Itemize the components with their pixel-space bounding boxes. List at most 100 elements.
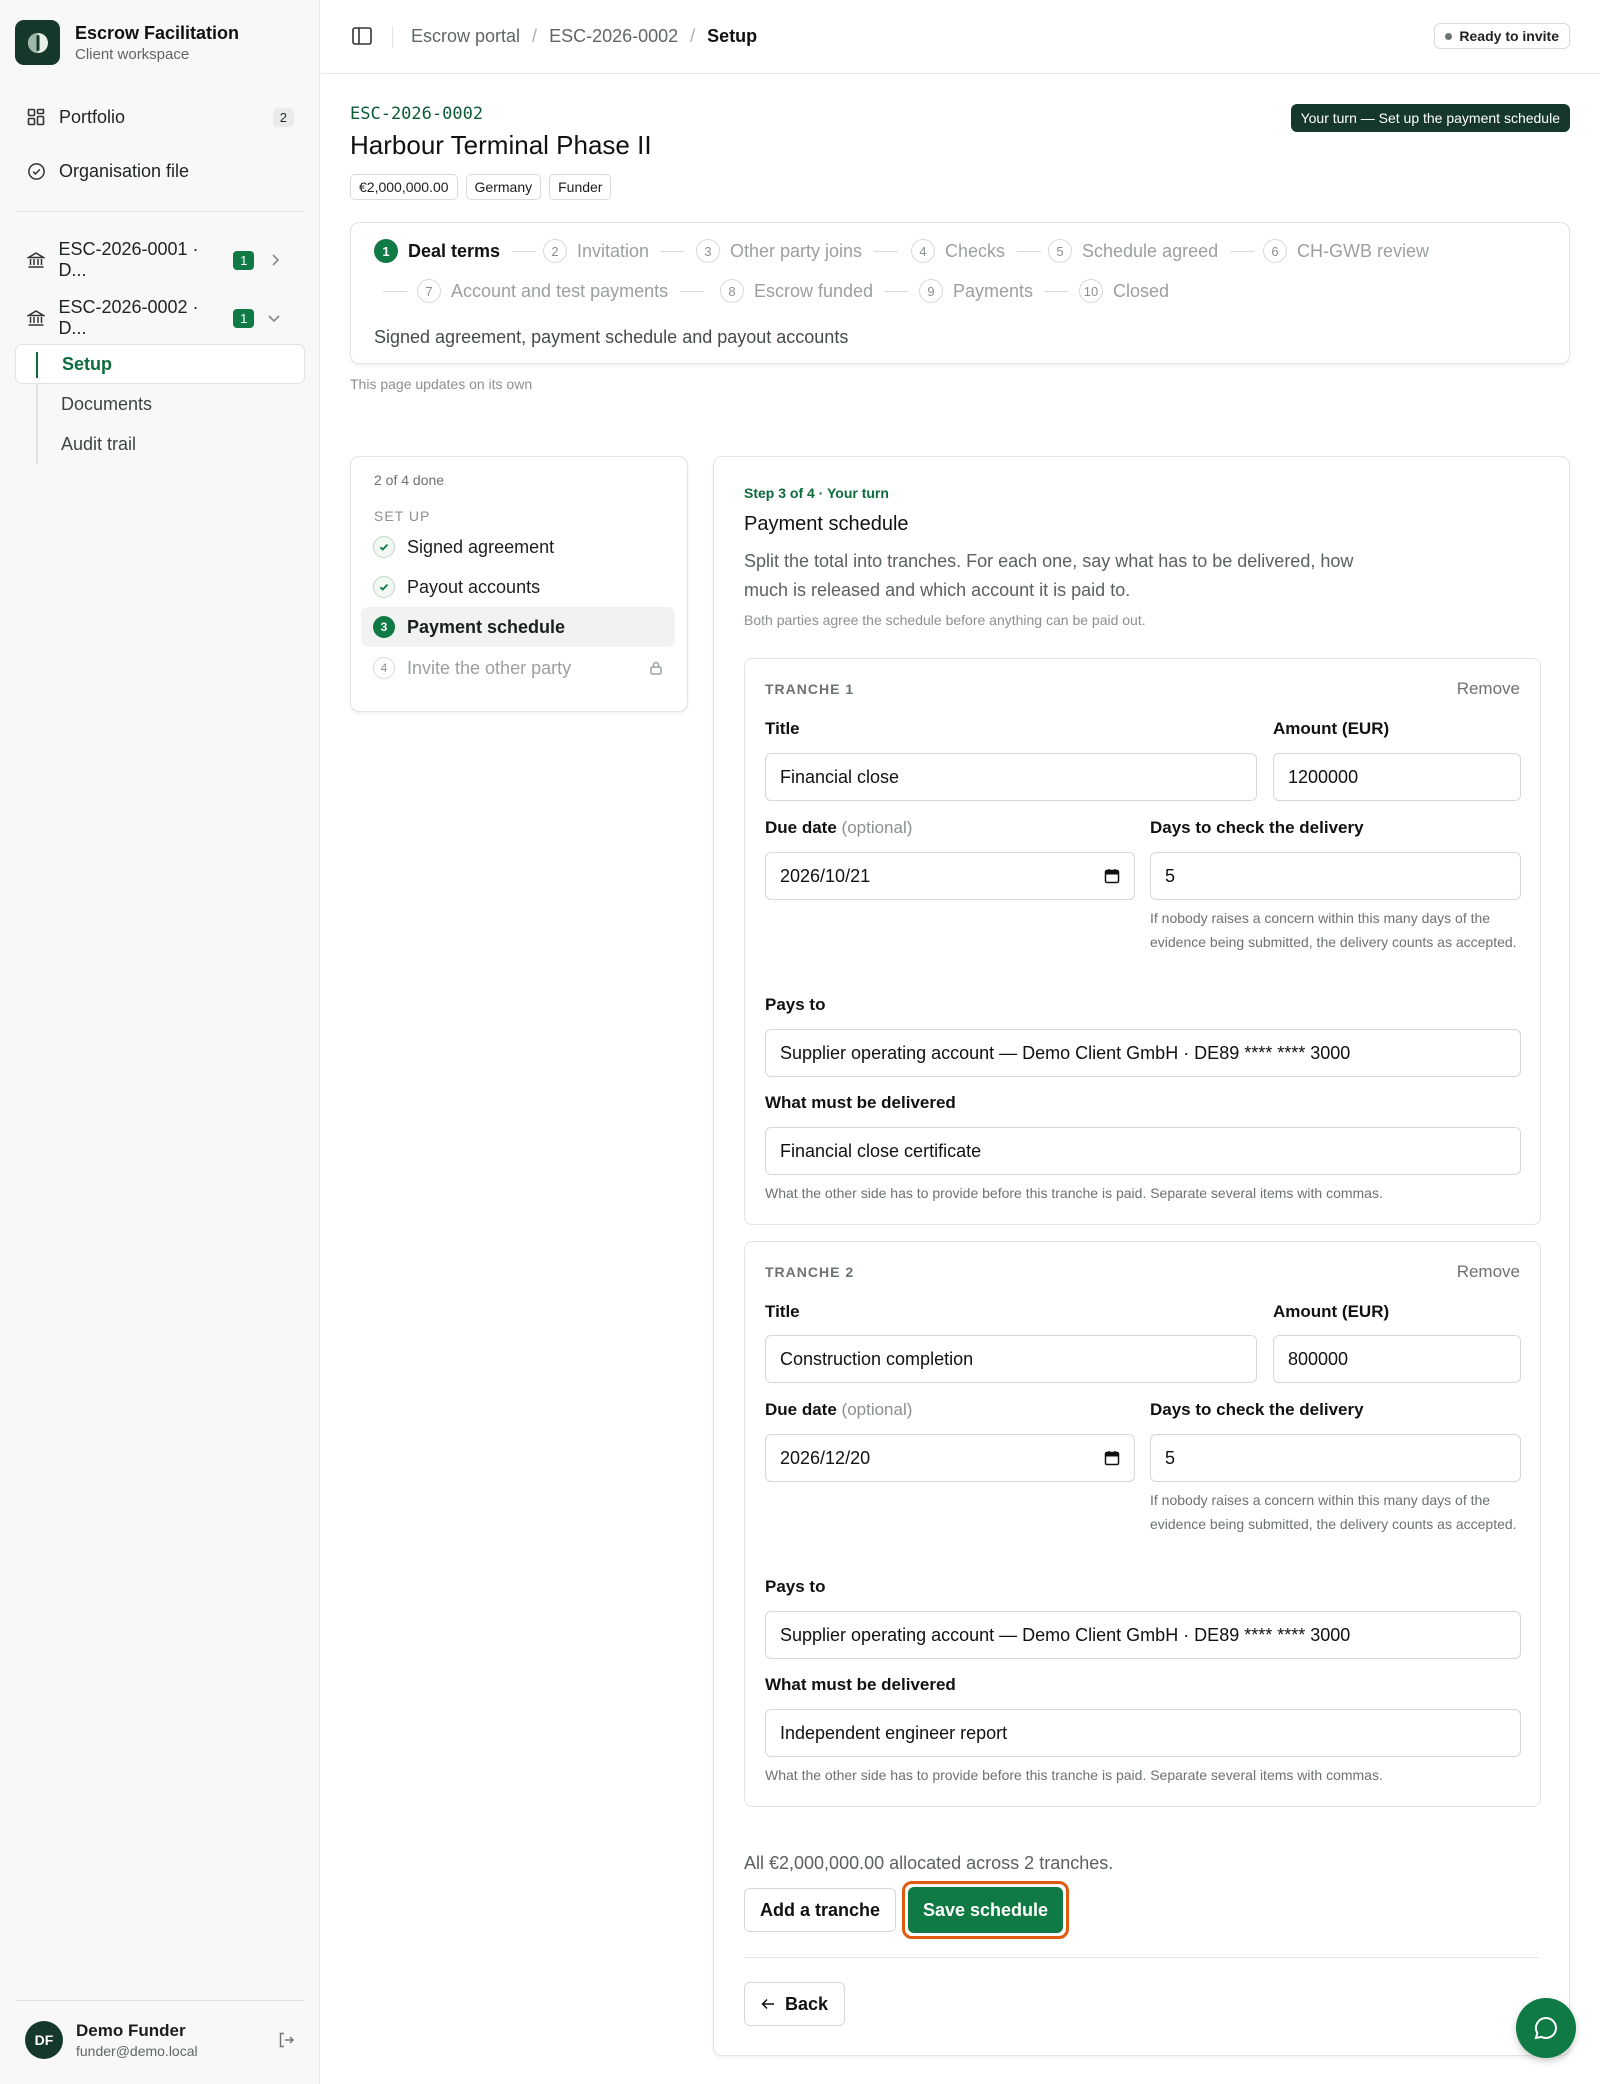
breadcrumb-escrow-id[interactable]: ESC-2026-0002 xyxy=(549,26,678,47)
check-icon xyxy=(373,576,395,598)
chat-bubble-icon xyxy=(1532,2014,1560,2042)
section-title: Payment schedule xyxy=(744,513,909,535)
pays-to-select[interactable]: Supplier operating account — Demo Client… xyxy=(765,1029,1521,1077)
tranche-card: TRANCHE 1 Remove Title Amount (EUR) Fina… xyxy=(744,658,1541,1225)
portfolio-count-badge: 2 xyxy=(272,107,294,127)
progress-step-10: 10 Closed xyxy=(1079,279,1169,303)
status-badge-label: Ready to invite xyxy=(1459,28,1559,44)
escrow-action-badge: 1 xyxy=(233,250,255,270)
tranche-heading: TRANCHE 2 xyxy=(765,1264,855,1280)
user-profile: DF Demo Funder funder@demo.local xyxy=(25,2021,295,2059)
checklist-progress: 2 of 4 done xyxy=(374,472,445,488)
due-date-label: Due date (optional) xyxy=(765,818,913,837)
breadcrumb-separator: / xyxy=(690,26,696,46)
chat-button[interactable] xyxy=(1516,1998,1576,2058)
sidebar-item-portfolio[interactable]: Portfolio 2 xyxy=(15,97,304,137)
amount-input[interactable]: 1200000 xyxy=(1273,753,1521,801)
title-label: Title xyxy=(765,1302,800,1321)
back-button[interactable]: Back xyxy=(744,1982,845,2026)
amount-label: Amount (EUR) xyxy=(1273,1302,1390,1321)
tranche-card: TRANCHE 2 Remove Title Amount (EUR) Cons… xyxy=(744,1241,1541,1807)
user-email: funder@demo.local xyxy=(76,2043,198,2059)
top-bar: Escrow portal / ESC-2026-0002 / Setup Re… xyxy=(321,0,1600,74)
deliverable-help-text: What the other side has to provide befor… xyxy=(765,1767,1383,1783)
brand[interactable]: Escrow Facilitation Client workspace xyxy=(15,20,239,65)
due-date-input[interactable]: 2026/10/21 xyxy=(765,852,1135,900)
step-label: Step 3 of 4 · Your turn xyxy=(744,485,889,501)
progress-step-8: 8 Escrow funded xyxy=(720,279,910,303)
progress-step-7: 7 Account and test payments xyxy=(383,279,705,303)
step-number: 3 xyxy=(373,616,395,638)
section-note: Both parties agree the schedule before a… xyxy=(744,612,1146,628)
check-icon xyxy=(373,536,395,558)
title-input[interactable]: Construction completion xyxy=(765,1335,1257,1383)
check-circle-icon xyxy=(25,162,47,181)
breadcrumb-escrow-portal[interactable]: Escrow portal xyxy=(411,26,520,47)
status-dot xyxy=(1445,32,1453,40)
sidebar-item-organisation-file[interactable]: Organisation file xyxy=(15,151,304,191)
sidebar-subitem-audit-trail[interactable]: Audit trail xyxy=(15,424,305,464)
sign-out-icon[interactable] xyxy=(277,2031,295,2049)
sidebar-item-label: ESC-2026-0002 · D... xyxy=(58,297,199,338)
breadcrumb: Escrow portal / ESC-2026-0002 / Setup xyxy=(411,26,757,47)
due-date-input[interactable]: 2026/12/20 xyxy=(765,1434,1135,1482)
days-label: Days to check the delivery xyxy=(1150,1400,1364,1419)
header-divider xyxy=(392,26,393,48)
sidebar-item-label: ESC-2026-0001 · D... xyxy=(58,239,199,280)
logo-icon xyxy=(15,20,60,65)
title-input[interactable]: Financial close xyxy=(765,753,1257,801)
sidebar-subitem-documents[interactable]: Documents xyxy=(15,384,305,424)
deliverable-label: What must be delivered xyxy=(765,1675,956,1694)
setup-checklist: 2 of 4 done SET UP Signed agreement Payo… xyxy=(350,456,688,712)
days-input[interactable]: 5 xyxy=(1150,1434,1521,1482)
sidebar-item-escrow-0001[interactable]: ESC-2026-0001 · D... 1 xyxy=(15,239,304,280)
days-label: Days to check the delivery xyxy=(1150,818,1364,837)
sidebar-divider xyxy=(15,211,305,212)
progress-step-3: 3 Other party joins xyxy=(696,239,899,263)
chevron-down-icon xyxy=(266,313,282,323)
pays-to-label: Pays to xyxy=(765,995,826,1014)
due-date-label: Due date (optional) xyxy=(765,1400,913,1419)
auto-update-note: This page updates on its own xyxy=(350,376,533,392)
progress-step-4: 4 Checks xyxy=(911,239,1042,263)
calendar-icon[interactable] xyxy=(1104,1450,1120,1466)
deliverable-label: What must be delivered xyxy=(765,1093,956,1112)
brand-subtitle: Client workspace xyxy=(75,45,190,63)
country-chip: Germany xyxy=(465,174,542,200)
checklist-item-payment-schedule[interactable]: 3 Payment schedule xyxy=(361,607,675,647)
save-schedule-button[interactable]: Save schedule xyxy=(908,1887,1063,1933)
progress-step-6: 6 CH-GWB review xyxy=(1263,239,1429,263)
pays-to-select[interactable]: Supplier operating account — Demo Client… xyxy=(765,1611,1521,1659)
calendar-icon[interactable] xyxy=(1104,868,1120,884)
pays-to-label: Pays to xyxy=(765,1577,826,1596)
remove-tranche-button[interactable]: Remove xyxy=(1457,1262,1520,1282)
remove-tranche-button[interactable]: Remove xyxy=(1457,679,1520,699)
days-input[interactable]: 5 xyxy=(1150,852,1521,900)
checklist-heading: SET UP xyxy=(374,508,431,524)
escrow-chips: €2,000,000.00 Germany Funder xyxy=(350,174,619,200)
allocation-summary: All €2,000,000.00 allocated across 2 tra… xyxy=(744,1853,1114,1873)
role-chip: Funder xyxy=(549,174,612,200)
tranche-heading: TRANCHE 1 xyxy=(765,681,855,697)
amount-input[interactable]: 800000 xyxy=(1273,1335,1521,1383)
escrow-action-badge: 1 xyxy=(233,308,255,328)
deliverable-input[interactable]: Independent engineer report xyxy=(765,1709,1521,1757)
checklist-item-payout-accounts[interactable]: Payout accounts xyxy=(361,567,675,607)
deliverable-input[interactable]: Financial close certificate xyxy=(765,1127,1521,1175)
amount-label: Amount (EUR) xyxy=(1273,719,1390,738)
form-divider xyxy=(744,1957,1539,1958)
sidebar-toggle-icon[interactable] xyxy=(351,25,373,47)
sidebar-item-label: Organisation file xyxy=(59,160,190,181)
add-tranche-button[interactable]: Add a tranche xyxy=(744,1888,896,1932)
sidebar-subitem-setup[interactable]: Setup xyxy=(15,344,305,384)
progress-tracker: 1 Deal terms 2 Invitation 3 Other party joi… xyxy=(350,222,1570,364)
section-description: Split the total into tranches. For each … xyxy=(744,551,1354,600)
checklist-item-signed-agreement[interactable]: Signed agreement xyxy=(361,527,675,567)
sidebar-item-escrow-0002[interactable]: ESC-2026-0002 · D... 1 xyxy=(15,297,304,338)
bank-icon xyxy=(25,309,46,327)
page-title: Harbour Terminal Phase II xyxy=(350,130,652,160)
checklist-item-invite-other-party: 4 Invite the other party xyxy=(361,648,675,688)
progress-description: Signed agreement, payment schedule and p… xyxy=(374,327,849,347)
payment-schedule-card: Step 3 of 4 · Your turn Payment schedule… xyxy=(713,456,1570,2056)
chevron-right-icon xyxy=(268,253,282,267)
